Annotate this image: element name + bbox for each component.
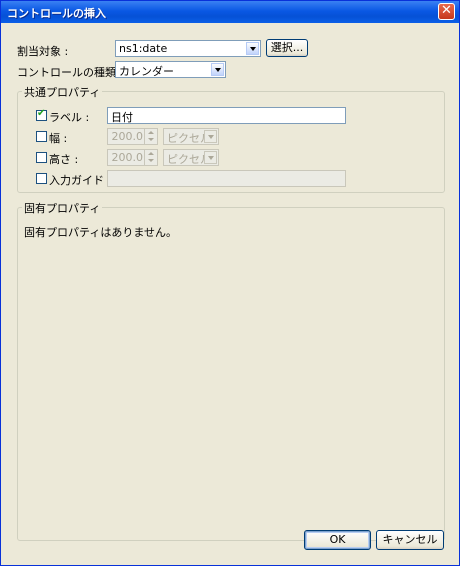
- input-guide-label: 入力ガイド :: [49, 174, 112, 187]
- width-checkbox[interactable]: [36, 131, 47, 142]
- assign-target-select[interactable]: ns1:date: [115, 40, 261, 57]
- window-title: コントロールの挿入: [7, 7, 106, 20]
- height-row-label: 高さ :: [49, 153, 79, 166]
- label-checkbox[interactable]: [36, 108, 47, 121]
- common-properties-title: 共通プロパティ: [22, 84, 103, 100]
- width-stepper[interactable]: 200.0: [107, 128, 158, 145]
- dialog-body: 割当対象 : ns1:date 選択... コントロールの種類 : カレンダー …: [5, 27, 455, 561]
- cancel-button[interactable]: キャンセル: [376, 530, 444, 550]
- ok-button[interactable]: OK: [304, 530, 371, 550]
- control-type-label: コントロールの種類 :: [17, 66, 124, 79]
- title-bar[interactable]: コントロールの挿入 ✕: [1, 1, 459, 23]
- label-row-label: ラベル :: [49, 111, 90, 124]
- close-icon: ✕: [441, 3, 452, 18]
- chevron-down-icon: [204, 151, 217, 164]
- spin-arrows-icon: [144, 150, 157, 165]
- control-type-select[interactable]: カレンダー: [115, 61, 226, 78]
- width-value: 200.0: [111, 130, 144, 143]
- height-checkbox[interactable]: [36, 152, 47, 163]
- width-unit-select[interactable]: ピクセル: [163, 128, 219, 145]
- height-value: 200.0: [111, 151, 144, 164]
- common-properties-group: 共通プロパティ ラベル : 日付 幅 : 200.0 ピクセル 高さ : 200…: [17, 84, 445, 193]
- assign-target-value: ns1:date: [119, 42, 168, 55]
- no-properties-message: 固有プロパティはありません。: [24, 226, 178, 239]
- chevron-down-icon: [211, 63, 224, 76]
- assign-label: 割当対象 :: [17, 45, 69, 58]
- height-stepper[interactable]: 200.0: [107, 149, 158, 166]
- spin-arrows-icon: [144, 129, 157, 144]
- control-type-value: カレンダー: [119, 65, 174, 78]
- chevron-down-icon: [246, 42, 259, 55]
- label-field-value: 日付: [111, 111, 133, 124]
- width-row-label: 幅 :: [49, 132, 68, 145]
- input-guide-checkbox[interactable]: [36, 173, 47, 184]
- label-field[interactable]: 日付: [107, 107, 346, 124]
- dialog-window: コントロールの挿入 ✕ 割当対象 : ns1:date 選択... コントロール…: [0, 0, 460, 566]
- chevron-down-icon: [204, 130, 217, 143]
- height-unit-select[interactable]: ピクセル: [163, 149, 219, 166]
- close-button[interactable]: ✕: [438, 3, 455, 20]
- specific-properties-title: 固有プロパティ: [22, 200, 103, 216]
- specific-properties-group: 固有プロパティ 固有プロパティはありません。: [17, 200, 445, 541]
- input-guide-field[interactable]: [107, 170, 346, 187]
- select-button[interactable]: 選択...: [266, 39, 308, 57]
